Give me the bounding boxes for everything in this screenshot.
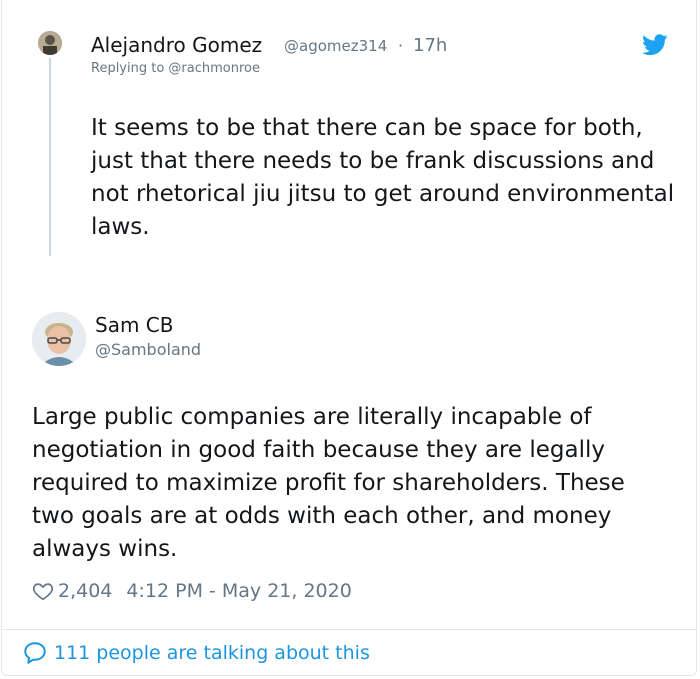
main-author-handle[interactable]: @Samboland	[95, 340, 201, 359]
reply-avatar[interactable]	[38, 31, 62, 55]
reply-author-name[interactable]: Alejandro Gomez	[91, 33, 262, 57]
conversation-link[interactable]: 111 people are talking about this	[22, 640, 370, 666]
tweet-embed-card	[1, 0, 697, 676]
twitter-bird-icon[interactable]	[642, 34, 668, 56]
tweet-timestamp[interactable]: 4:12 PM - May 21, 2020	[126, 580, 351, 602]
heart-icon[interactable]	[32, 580, 54, 602]
main-author-avatar[interactable]	[32, 312, 86, 366]
reply-tweet-text: It seems to be that there can be space f…	[91, 115, 675, 240]
reply-author-handle[interactable]: @agomez314	[284, 37, 387, 55]
conversation-count-label[interactable]: 111 people are talking about this	[54, 642, 370, 664]
main-author-name[interactable]: Sam CB	[95, 313, 173, 337]
reply-timestamp[interactable]: 17h	[413, 35, 447, 56]
replying-to-label: Replying to @rachmonroe	[91, 61, 260, 76]
main-tweet-text: Large public companies are literally inc…	[32, 404, 625, 562]
like-count[interactable]: 2,404	[58, 580, 112, 602]
reply-separator-dot: ·	[398, 36, 404, 55]
tweet-meta-row: 2,404 4:12 PM - May 21, 2020	[32, 578, 352, 604]
thread-connector-line	[49, 58, 51, 256]
footer-divider	[1, 629, 697, 630]
speech-bubble-icon	[24, 642, 46, 664]
